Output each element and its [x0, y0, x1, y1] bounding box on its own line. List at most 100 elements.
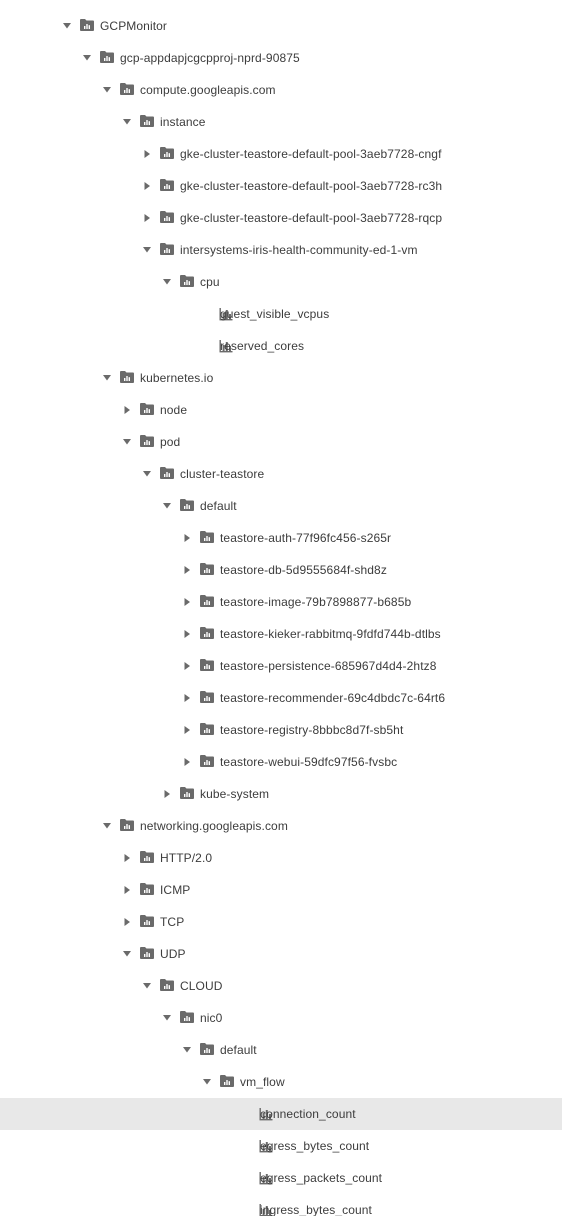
tree-row-egress-bytes-count[interactable]: egress_bytes_count	[0, 1130, 562, 1162]
caret-right-icon[interactable]	[142, 181, 152, 191]
metric-folder-icon	[220, 1075, 234, 1087]
tree-row-teastore-kieker-rabbitmq-9fdfd744b-dtlbs[interactable]: teastore-kieker-rabbitmq-9fdfd744b-dtlbs	[0, 618, 562, 650]
metric-folder-icon	[120, 819, 134, 831]
tree-row-vm-flow[interactable]: vm_flow	[0, 1066, 562, 1098]
caret-right-icon[interactable]	[122, 885, 132, 895]
tree-row-gke-cluster-teastore-default-pool-3aeb7728-cngf[interactable]: gke-cluster-teastore-default-pool-3aeb77…	[0, 138, 562, 170]
tree-row-instance[interactable]: instance	[0, 106, 562, 138]
tree-row-teastore-auth-77f96fc456-s265r[interactable]: teastore-auth-77f96fc456-s265r	[0, 522, 562, 554]
caret-down-icon[interactable]	[182, 1045, 192, 1055]
tree-row-cluster-teastore[interactable]: cluster-teastore	[0, 458, 562, 490]
tree-row-udp[interactable]: UDP	[0, 938, 562, 970]
metric-folder-icon	[160, 243, 174, 255]
caret-right-icon[interactable]	[182, 725, 192, 735]
caret-down-icon[interactable]	[122, 117, 132, 127]
folder-label: gcp-appdapjcgcpproj-nprd-90875	[120, 51, 300, 65]
folder-label: HTTP/2.0	[160, 851, 213, 865]
tree-row-gcp-appdapjcgcpproj-nprd-90875[interactable]: gcp-appdapjcgcpproj-nprd-90875	[0, 42, 562, 74]
tree-row-default[interactable]: default	[0, 1034, 562, 1066]
folder-label: teastore-auth-77f96fc456-s265r	[220, 531, 392, 545]
metric-label: egress_bytes_count	[260, 1139, 370, 1153]
caret-down-icon[interactable]	[162, 277, 172, 287]
caret-down-icon[interactable]	[102, 821, 112, 831]
folder-label: gke-cluster-teastore-default-pool-3aeb77…	[180, 179, 443, 193]
caret-down-icon[interactable]	[82, 53, 92, 63]
tree-row-teastore-recommender-69c4dbdc7c-64rt6[interactable]: teastore-recommender-69c4dbdc7c-64rt6	[0, 682, 562, 714]
caret-right-icon[interactable]	[182, 533, 192, 543]
folder-label: cpu	[200, 275, 220, 289]
tree-row-cloud[interactable]: CLOUD	[0, 970, 562, 1002]
caret-down-icon[interactable]	[142, 245, 152, 255]
folder-label: gke-cluster-teastore-default-pool-3aeb77…	[180, 211, 443, 225]
caret-right-icon[interactable]	[182, 597, 192, 607]
tree-row-nic0[interactable]: nic0	[0, 1002, 562, 1034]
caret-down-icon[interactable]	[202, 1077, 212, 1087]
caret-right-icon[interactable]	[142, 213, 152, 223]
metric-label: connection_count	[260, 1107, 356, 1121]
caret-right-icon[interactable]	[122, 917, 132, 927]
caret-down-icon[interactable]	[142, 469, 152, 479]
folder-label: kubernetes.io	[140, 371, 214, 385]
caret-right-icon[interactable]	[122, 405, 132, 415]
caret-right-icon[interactable]	[122, 853, 132, 863]
metric-folder-icon	[140, 115, 154, 127]
tree-row-teastore-registry-8bbbc8d7f-sb5ht[interactable]: teastore-registry-8bbbc8d7f-sb5ht	[0, 714, 562, 746]
tree-row-kubernetes-io[interactable]: kubernetes.io	[0, 362, 562, 394]
folder-label: ICMP	[160, 883, 191, 897]
tree-row-ingress-bytes-count[interactable]: ingress_bytes_count	[0, 1194, 562, 1216]
tree-row-connection-count[interactable]: connection_count	[0, 1098, 562, 1130]
metric-folder-icon	[140, 947, 154, 959]
tree-row-guest-visible-vcpus[interactable]: guest_visible_vcpus	[0, 298, 562, 330]
metric-tree: GCPMonitor gcp-appdapjcgcpproj-nprd-90875…	[0, 0, 562, 1216]
metric-folder-icon	[200, 563, 214, 575]
tree-row-icmp[interactable]: ICMP	[0, 874, 562, 906]
folder-label: kube-system	[200, 787, 270, 801]
caret-down-icon[interactable]	[142, 981, 152, 991]
tree-row-teastore-image-79b7898877-b685b[interactable]: teastore-image-79b7898877-b685b	[0, 586, 562, 618]
metric-folder-icon	[180, 787, 194, 799]
folder-label: instance	[160, 115, 206, 129]
metric-folder-icon	[180, 499, 194, 511]
caret-right-icon[interactable]	[162, 789, 172, 799]
folder-label: compute.googleapis.com	[140, 83, 276, 97]
caret-down-icon[interactable]	[162, 501, 172, 511]
caret-right-icon[interactable]	[182, 565, 192, 575]
tree-row-intersystems-iris-health-community-ed-1-vm[interactable]: intersystems-iris-health-community-ed-1-…	[0, 234, 562, 266]
metric-folder-icon	[100, 51, 114, 63]
tree-row-gke-cluster-teastore-default-pool-3aeb7728-rc3h[interactable]: gke-cluster-teastore-default-pool-3aeb77…	[0, 170, 562, 202]
tree-row-node[interactable]: node	[0, 394, 562, 426]
tree-row-teastore-persistence-685967d4d4-2htz8[interactable]: teastore-persistence-685967d4d4-2htz8	[0, 650, 562, 682]
tree-row-egress-packets-count[interactable]: egress_packets_count	[0, 1162, 562, 1194]
metric-label: guest_visible_vcpus	[220, 307, 330, 321]
caret-right-icon[interactable]	[182, 693, 192, 703]
tree-row-tcp[interactable]: TCP	[0, 906, 562, 938]
tree-row-teastore-webui-59dfc97f56-fvsbc[interactable]: teastore-webui-59dfc97f56-fvsbc	[0, 746, 562, 778]
metric-folder-icon	[120, 371, 134, 383]
tree-row-default[interactable]: default	[0, 490, 562, 522]
tree-row-gcpmonitor[interactable]: GCPMonitor	[0, 10, 562, 42]
caret-down-icon[interactable]	[122, 949, 132, 959]
tree-row-http-2-0[interactable]: HTTP/2.0	[0, 842, 562, 874]
tree-row-reserved-cores[interactable]: reserved_cores	[0, 330, 562, 362]
folder-label: teastore-persistence-685967d4d4-2htz8	[220, 659, 437, 673]
tree-row-teastore-db-5d9555684f-shd8z[interactable]: teastore-db-5d9555684f-shd8z	[0, 554, 562, 586]
caret-down-icon[interactable]	[102, 85, 112, 95]
tree-row-networking-googleapis-com[interactable]: networking.googleapis.com	[0, 810, 562, 842]
caret-down-icon[interactable]	[102, 373, 112, 383]
tree-row-compute-googleapis-com[interactable]: compute.googleapis.com	[0, 74, 562, 106]
tree-row-kube-system[interactable]: kube-system	[0, 778, 562, 810]
caret-down-icon[interactable]	[162, 1013, 172, 1023]
tree-row-gke-cluster-teastore-default-pool-3aeb7728-rqcp[interactable]: gke-cluster-teastore-default-pool-3aeb77…	[0, 202, 562, 234]
caret-right-icon[interactable]	[182, 757, 192, 767]
caret-down-icon[interactable]	[122, 437, 132, 447]
folder-label: CLOUD	[180, 979, 223, 993]
metric-folder-icon	[80, 19, 94, 31]
tree-row-cpu[interactable]: cpu	[0, 266, 562, 298]
caret-right-icon[interactable]	[182, 661, 192, 671]
metric-folder-icon	[160, 147, 174, 159]
folder-label: teastore-kieker-rabbitmq-9fdfd744b-dtlbs	[220, 627, 441, 641]
tree-row-pod[interactable]: pod	[0, 426, 562, 458]
caret-down-icon[interactable]	[62, 21, 72, 31]
caret-right-icon[interactable]	[142, 149, 152, 159]
caret-right-icon[interactable]	[182, 629, 192, 639]
